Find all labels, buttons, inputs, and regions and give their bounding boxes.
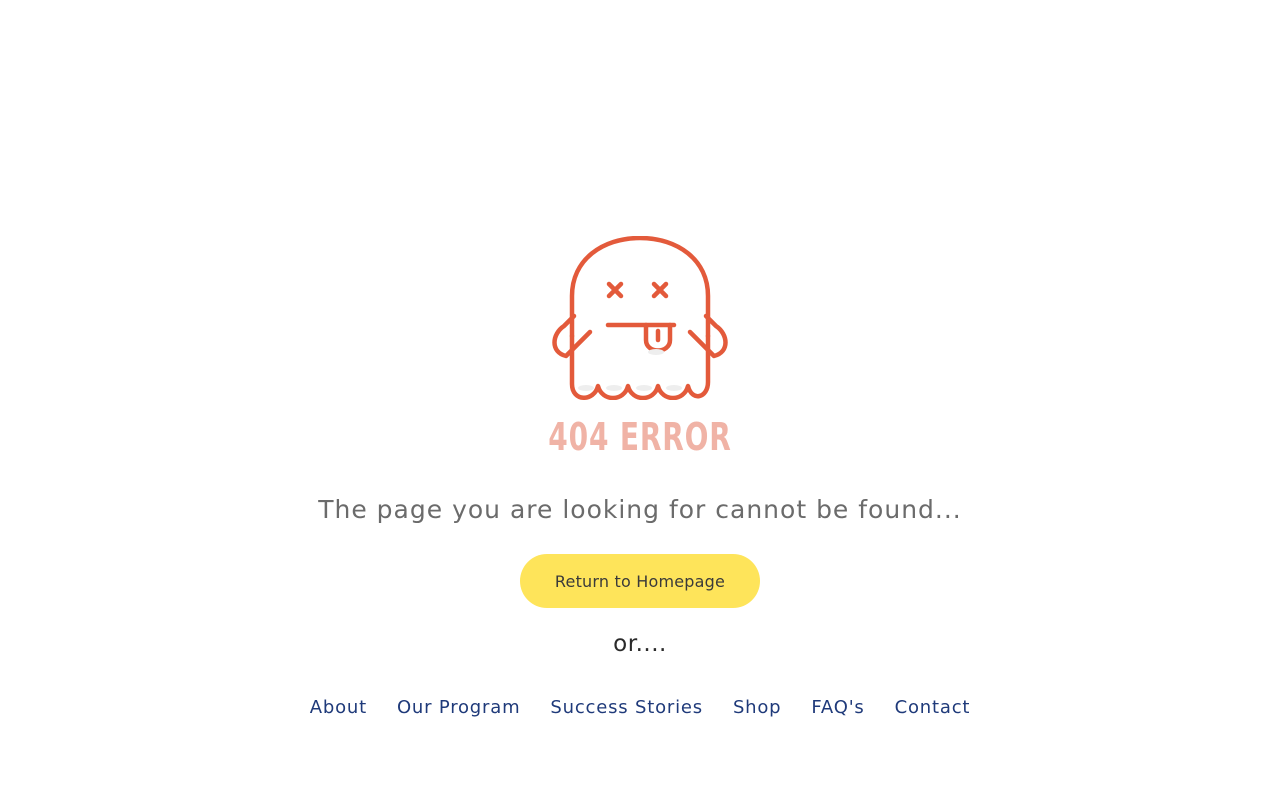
dead-ghost-icon bbox=[552, 236, 728, 400]
nav-link-about[interactable]: About bbox=[310, 694, 367, 722]
nav-link-our-program[interactable]: Our Program bbox=[397, 694, 520, 722]
nav-link-success-stories[interactable]: Success Stories bbox=[550, 694, 703, 722]
error-message: The page you are looking for cannot be f… bbox=[318, 495, 962, 524]
nav-link-faqs[interactable]: FAQ's bbox=[811, 694, 864, 722]
nav-link-shop[interactable]: Shop bbox=[733, 694, 781, 722]
nav-link-contact[interactable]: Contact bbox=[895, 694, 971, 722]
footer-nav: About Our Program Success Stories Shop F… bbox=[0, 694, 1280, 722]
return-home-button[interactable]: Return to Homepage bbox=[520, 554, 760, 608]
error-code-title: 404 ERROR bbox=[548, 415, 732, 459]
or-separator-text: or.... bbox=[613, 631, 667, 657]
error-page: 404 ERROR The page you are looking for c… bbox=[0, 0, 1280, 800]
